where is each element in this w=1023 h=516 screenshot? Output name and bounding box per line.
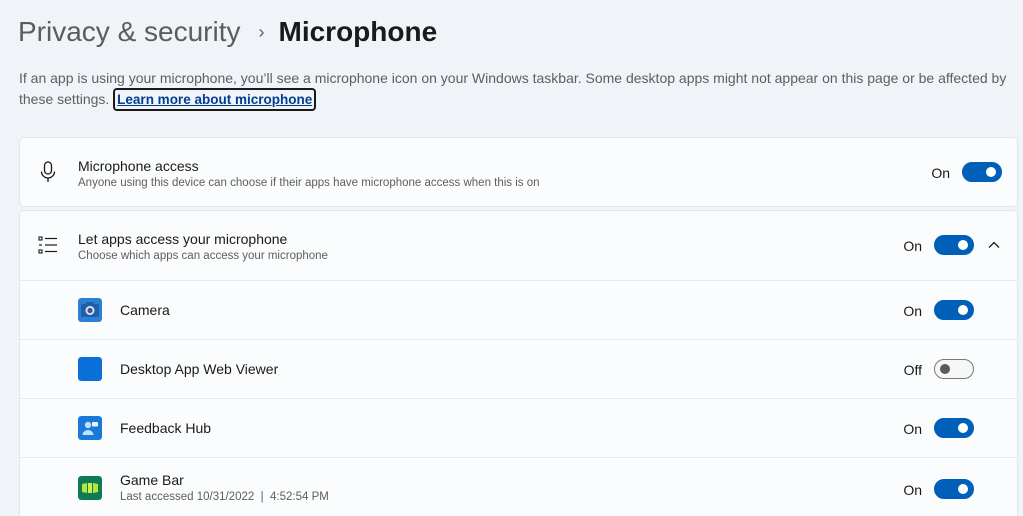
page-description: If an app is using your microphone, you’…: [19, 69, 1014, 111]
app-row-game-bar: Game Bar Last accessed 10/31/2022 | 4:52…: [20, 457, 1017, 516]
app-row-camera: Camera On: [20, 280, 1017, 339]
apps-access-state: On: [903, 238, 922, 254]
app-name: Camera: [120, 302, 170, 318]
microphone-settings-page: Privacy & security › Microphone If an ap…: [0, 0, 1023, 516]
toggle-knob: [958, 240, 968, 250]
page-title: Microphone: [278, 16, 438, 47]
toggle-knob: [958, 423, 968, 433]
app-row-feedback-hub: Feedback Hub On: [20, 398, 1017, 457]
game-bar-app-icon: [78, 476, 102, 500]
camera-app-icon: [78, 298, 102, 322]
microphone-icon: [37, 161, 59, 183]
app-state: On: [903, 421, 922, 437]
apps-access-title: Let apps access your microphone: [78, 231, 288, 247]
apps-access-subtitle: Choose which apps can access your microp…: [78, 250, 328, 262]
microphone-access-row: Microphone access Anyone using this devi…: [20, 138, 1017, 206]
toggle-knob: [940, 364, 950, 374]
app-row-desktop-app-web-viewer: Desktop App Web Viewer Off: [20, 339, 1017, 398]
app-state: On: [903, 303, 922, 319]
feedback-hub-toggle[interactable]: [934, 418, 974, 438]
apps-access-toggle[interactable]: [934, 235, 974, 255]
breadcrumb: Privacy & security › Microphone: [18, 12, 437, 52]
app-name: Desktop App Web Viewer: [120, 361, 279, 377]
app-name: Game Bar: [120, 472, 184, 488]
breadcrumb-privacy-security[interactable]: Privacy & security: [18, 16, 241, 48]
breadcrumb-chevron-icon: ›: [258, 21, 265, 42]
camera-toggle[interactable]: [934, 300, 974, 320]
microphone-access-state: On: [931, 165, 950, 181]
toggle-knob: [958, 305, 968, 315]
toggle-knob: [958, 484, 968, 494]
microphone-access-card: Microphone access Anyone using this devi…: [19, 137, 1018, 207]
last-accessed-text: Last accessed 10/31/2022 | 4:52:54 PM: [120, 491, 329, 503]
app-state: On: [903, 482, 922, 498]
list-icon: [37, 234, 59, 256]
microphone-access-toggle[interactable]: [962, 162, 1002, 182]
desktop-app-web-viewer-toggle[interactable]: [934, 359, 974, 379]
apps-access-card: Let apps access your microphone Choose w…: [19, 210, 1018, 516]
game-bar-toggle[interactable]: [934, 479, 974, 499]
apps-access-row[interactable]: Let apps access your microphone Choose w…: [20, 211, 1017, 279]
chevron-up-icon[interactable]: [984, 235, 1004, 255]
app-state: Off: [903, 362, 922, 378]
web-viewer-app-icon: [78, 357, 102, 381]
app-name: Feedback Hub: [120, 420, 212, 436]
microphone-access-title: Microphone access: [78, 158, 199, 174]
learn-more-link[interactable]: Learn more about microphone: [113, 88, 317, 111]
toggle-knob: [986, 167, 996, 177]
microphone-access-subtitle: Anyone using this device can choose if t…: [78, 177, 540, 189]
feedback-hub-app-icon: [78, 416, 102, 440]
